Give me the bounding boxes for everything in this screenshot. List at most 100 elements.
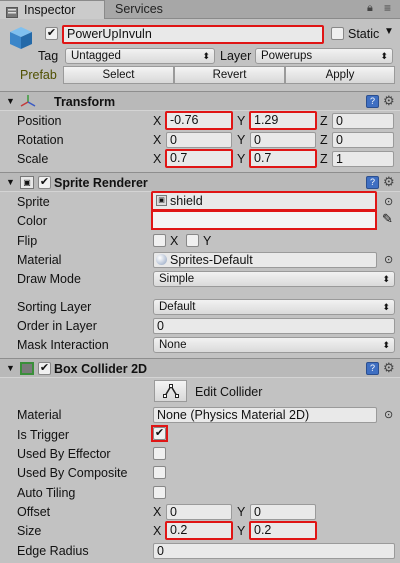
settings-gear-icon[interactable]: ⚙ <box>383 360 395 376</box>
box-collider-icon <box>20 362 34 375</box>
lock-icon[interactable]: 🔒︎ <box>367 2 373 15</box>
edge-radius-label: Edge Radius <box>17 544 89 558</box>
sprite-field[interactable]: shield <box>151 191 377 211</box>
flip-x-label: X <box>170 234 179 248</box>
foldout-arrow-icon[interactable]: ▼ <box>6 177 15 187</box>
axis-z-label: Z <box>320 114 328 128</box>
is-trigger-label: Is Trigger <box>17 428 70 442</box>
transform-title: Transform <box>54 95 116 109</box>
object-picker-icon[interactable]: ⊙ <box>384 407 393 423</box>
prefab-apply-button[interactable]: Apply <box>285 66 395 84</box>
settings-gear-icon[interactable]: ⚙ <box>383 93 395 109</box>
draw-mode-label: Draw Mode <box>17 272 81 286</box>
prefab-revert-button[interactable]: Revert <box>174 66 285 84</box>
position-x-field[interactable]: -0.76 <box>165 111 233 130</box>
eyedropper-icon[interactable]: ✎ <box>382 211 393 227</box>
sprite-asset-icon: ▣ <box>156 195 167 206</box>
position-z-field[interactable]: 0 <box>332 113 394 129</box>
auto-tiling-label: Auto Tiling <box>17 486 76 500</box>
is-trigger-checkbox[interactable]: ✔ <box>153 427 166 440</box>
static-dropdown-icon[interactable]: ▼ <box>384 26 394 37</box>
menu-icon[interactable]: ≡ <box>384 1 391 15</box>
dropdown-arrow-icon: ⬍ <box>380 51 388 61</box>
static-checkbox[interactable] <box>331 27 344 40</box>
rotation-y-field[interactable]: 0 <box>250 132 316 148</box>
size-label: Size <box>17 524 42 538</box>
axis-x-label: X <box>153 152 162 166</box>
flip-y-checkbox[interactable] <box>186 234 199 247</box>
used-by-effector-checkbox[interactable] <box>153 447 166 460</box>
layer-label: Layer <box>220 49 252 63</box>
sorting-layer-dropdown[interactable]: Default ⬍ <box>153 299 395 315</box>
dropdown-arrow-icon: ⬍ <box>382 302 390 312</box>
transform-icon <box>20 94 36 108</box>
sprite-renderer-icon: ▣ <box>20 176 34 189</box>
box-collider-enabled-checkbox[interactable]: ✔ <box>38 362 51 375</box>
object-picker-icon[interactable]: ⊙ <box>384 194 393 210</box>
flip-y-label: Y <box>203 234 212 248</box>
position-label: Position <box>17 114 62 128</box>
layer-dropdown[interactable]: Powerups ⬍ <box>255 48 393 64</box>
settings-gear-icon[interactable]: ⚙ <box>383 174 395 190</box>
object-name-input[interactable]: PowerUpInvuln <box>62 25 324 44</box>
help-icon[interactable]: ? <box>366 362 379 375</box>
help-icon[interactable]: ? <box>366 95 379 108</box>
tag-label: Tag <box>38 49 59 63</box>
scale-y-field[interactable]: 0.7 <box>249 149 317 168</box>
box-collider-title: Box Collider 2D <box>54 362 148 376</box>
edit-collider-icon <box>162 384 179 398</box>
axis-y-label: Y <box>237 133 246 147</box>
sorting-layer-label: Sorting Layer <box>17 300 92 314</box>
tab-inspector[interactable]: Inspector <box>0 0 105 19</box>
auto-tiling-checkbox[interactable] <box>153 486 166 499</box>
rotation-z-field[interactable]: 0 <box>332 132 394 148</box>
material-label: Material <box>17 253 62 267</box>
foldout-arrow-icon[interactable]: ▼ <box>6 96 15 106</box>
axis-y-label: Y <box>237 152 246 166</box>
tab-services[interactable]: Services <box>105 0 185 19</box>
flip-x-checkbox[interactable] <box>153 234 166 247</box>
axis-x-label: X <box>153 133 162 147</box>
sprite-renderer-title: Sprite Renderer <box>54 176 148 190</box>
offset-x-field[interactable]: 0 <box>166 504 232 520</box>
object-picker-icon[interactable]: ⊙ <box>384 252 393 268</box>
order-in-layer-label: Order in Layer <box>17 319 97 333</box>
axis-y-label: Y <box>237 505 246 519</box>
collider-material-label: Material <box>17 408 62 422</box>
help-icon[interactable]: ? <box>366 176 379 189</box>
static-label: Static <box>348 27 380 41</box>
offset-label: Offset <box>17 505 51 519</box>
foldout-arrow-icon[interactable]: ▼ <box>6 363 15 373</box>
tag-dropdown[interactable]: Untagged ⬍ <box>65 48 215 64</box>
draw-mode-dropdown[interactable]: Simple ⬍ <box>153 271 395 287</box>
size-x-field[interactable]: 0.2 <box>165 521 233 540</box>
scale-z-field[interactable]: 1 <box>332 151 394 167</box>
prefab-select-button[interactable]: Select <box>63 66 174 84</box>
order-in-layer-field[interactable]: 0 <box>153 318 395 334</box>
dropdown-arrow-icon: ⬍ <box>382 274 390 284</box>
color-field[interactable] <box>151 210 377 230</box>
gameobject-cube-icon <box>8 25 34 51</box>
sprite-renderer-enabled-checkbox[interactable]: ✔ <box>38 176 51 189</box>
size-y-field[interactable]: 0.2 <box>249 521 317 540</box>
sprite-label: Sprite <box>17 195 50 209</box>
axis-y-label: Y <box>237 524 246 538</box>
position-y-field[interactable]: 1.29 <box>249 111 317 130</box>
collider-material-field[interactable]: None (Physics Material 2D) <box>153 407 377 423</box>
edit-collider-button[interactable] <box>154 380 187 402</box>
offset-y-field[interactable]: 0 <box>250 504 316 520</box>
color-label: Color <box>17 214 47 228</box>
scale-x-field[interactable]: 0.7 <box>165 149 233 168</box>
axis-y-label: Y <box>237 114 246 128</box>
material-field[interactable]: Sprites-Default <box>153 252 377 268</box>
axis-x-label: X <box>153 505 162 519</box>
edge-radius-field[interactable]: 0 <box>153 543 395 559</box>
info-icon <box>6 5 18 18</box>
used-by-composite-checkbox[interactable] <box>153 466 166 479</box>
dropdown-arrow-icon: ⬍ <box>382 340 390 350</box>
mask-interaction-dropdown[interactable]: None ⬍ <box>153 337 395 353</box>
active-checkbox[interactable]: ✔ <box>45 27 58 40</box>
edit-collider-label: Edit Collider <box>195 385 263 399</box>
rotation-label: Rotation <box>17 133 64 147</box>
rotation-x-field[interactable]: 0 <box>166 132 232 148</box>
